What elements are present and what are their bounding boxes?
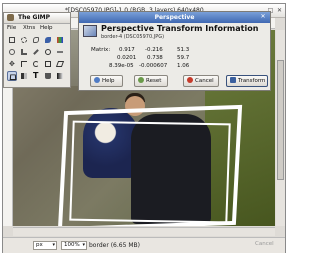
move-icon: ✥ [9,60,15,68]
measure-icon [57,51,63,59]
toolbox-window: The GIMP File Xtns Help ✥ T [3,12,71,88]
rotate-tool[interactable] [31,59,41,69]
eyedropper-icon [33,49,39,55]
matrix-cell: 8.39e-05 [109,63,134,69]
rect-select-tool[interactable] [7,35,17,45]
color-select-tool[interactable] [55,35,65,45]
dialog-titlebar[interactable]: Perspective ✕ [79,12,270,23]
matrix-cell: 0.917 [119,47,135,53]
transform-button[interactable]: Transform [226,75,268,87]
matrix-label: Matrix: [91,47,111,53]
perspective-border-inner [69,120,231,224]
zoom-select[interactable]: 100% ▾ [61,241,87,250]
cancel-icon [187,77,193,83]
matrix-cell: -0.216 [145,47,163,53]
paths-tool[interactable] [19,47,29,57]
close-icon[interactable]: ✕ [259,13,267,21]
lasso-tool[interactable] [31,35,41,45]
crop-icon [21,61,27,67]
text-tool[interactable]: T [31,71,41,81]
menu-file[interactable]: File [7,25,16,31]
gimp-icon [7,14,14,21]
vertical-scrollbar[interactable] [276,30,285,226]
vertical-scroll-thumb[interactable] [277,60,284,180]
reset-icon [138,77,144,83]
perspective-tool[interactable] [7,71,17,81]
matrix-cell: -0.000607 [139,63,168,69]
cancel-button-label: Cancel [195,78,214,84]
reset-button[interactable]: Reset [134,75,168,87]
wand-icon [45,37,51,43]
help-button[interactable]: Help [90,75,123,87]
shear-icon [55,61,65,67]
magnifier-icon [45,49,51,55]
toolbox-menubar: File Xtns Help [4,24,70,33]
dialog-heading: Perspective Transform Information [101,24,259,33]
menu-help[interactable]: Help [40,25,53,31]
help-button-label: Help [102,78,115,84]
crop-tool[interactable] [19,59,29,69]
blend-tool[interactable] [55,71,65,81]
perspective-icon [9,74,17,81]
chevron-down-icon: ▾ [82,242,85,248]
toolbox-titlebar[interactable]: The GIMP [4,13,70,24]
status-message: border (6.65 MB) [89,242,140,249]
unit-select[interactable]: px ▾ [33,241,57,250]
ellipse-select-tool[interactable] [19,35,29,45]
scissors-tool[interactable] [7,47,17,57]
close-icon[interactable]: ✕ [276,7,283,14]
shear-tool[interactable] [55,59,65,69]
dialog-window-title: Perspective [154,14,195,21]
gradient-icon [57,73,63,79]
matrix-cell: 59.7 [177,55,190,61]
ellipse-select-icon [21,37,27,43]
status-bar: px ▾ 100% ▾ border (6.65 MB) Cancel [3,237,285,253]
tool-grid: ✥ T [7,35,69,83]
zoom-tool[interactable] [43,47,53,57]
horizontal-scrollbar[interactable] [13,227,275,236]
matrix-cell: 0.738 [147,55,163,61]
dialog-subtitle: border-4 (DSC05970.JPG) [101,34,165,40]
transform-icon [230,77,236,83]
status-cancel-button[interactable]: Cancel [255,241,274,247]
rect-select-icon [9,37,15,43]
move-tool[interactable]: ✥ [7,59,17,69]
reset-button-label: Reset [146,78,162,84]
color-select-icon [57,37,63,43]
lasso-icon [33,37,39,43]
scale-tool[interactable] [43,59,53,69]
help-icon [94,77,100,83]
scissors-icon [9,49,15,55]
transform-button-label: Transform [238,78,266,84]
bucket-icon [45,73,51,79]
zoom-value: 100% [64,242,80,248]
cancel-button[interactable]: Cancel [183,75,219,87]
color-picker-tool[interactable] [31,47,41,57]
flip-icon [21,73,27,79]
rotate-icon [33,61,39,67]
perspective-dialog: Perspective ✕ Perspective Transform Info… [78,11,271,91]
text-icon: T [33,71,39,80]
matrix-cell: 0.0201 [117,55,137,61]
matrix-cell: 51.3 [177,47,190,53]
flip-tool[interactable] [19,71,29,81]
measure-tool[interactable] [55,47,65,57]
bucket-fill-tool[interactable] [43,71,53,81]
toolbox-title: The GIMP [18,14,51,21]
perspective-icon [83,25,97,37]
chevron-down-icon: ▾ [52,242,55,248]
matrix-cell: 1.06 [177,63,190,69]
paths-icon [21,49,27,55]
fuzzy-select-tool[interactable] [43,35,53,45]
unit-value: px [36,242,43,248]
scale-icon [45,61,51,67]
menu-xtns[interactable]: Xtns [23,25,35,31]
